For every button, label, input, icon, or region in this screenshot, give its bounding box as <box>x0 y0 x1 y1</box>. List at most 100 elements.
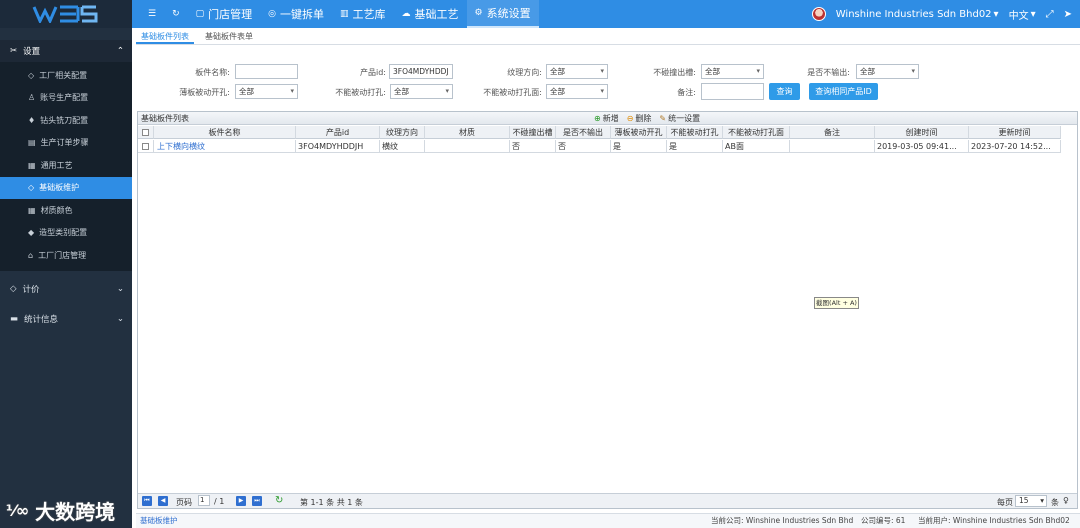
thin-select[interactable]: 全部 <box>235 84 298 99</box>
col-updated[interactable]: 更新时间 <box>969 126 1061 139</box>
table-cell-no-passive-face: AB面 <box>723 140 790 153</box>
col-thin-passive[interactable]: 薄板被动开孔 <box>611 126 667 139</box>
col-grain[interactable]: 纹理方向 <box>380 126 425 139</box>
app-logo[interactable] <box>0 0 132 28</box>
col-created[interactable]: 创建时间 <box>875 126 969 139</box>
table-icon: ▦ <box>28 205 36 215</box>
language-menu[interactable]: 中文 <box>1009 7 1029 22</box>
col-product-id[interactable]: 产品id <box>296 126 380 139</box>
per-page-label: 每页 <box>997 498 1013 507</box>
batch-settings-button[interactable]: ✎ 统一设置 <box>659 112 700 125</box>
table-cell-no-passive: 是 <box>667 140 723 153</box>
no-edge-label: 不碰撞出槽: <box>653 68 696 77</box>
batch-settings-label: 统一设置 <box>668 114 701 123</box>
board-name-input[interactable] <box>235 64 298 79</box>
no-edge-select[interactable]: 全部 <box>701 64 764 79</box>
send-icon[interactable]: ➤ <box>1064 9 1072 20</box>
sidebar-item-label: 材质颜色 <box>40 205 73 215</box>
no-passive-face-select[interactable]: 全部 <box>546 84 608 99</box>
prev-page-button[interactable]: ◀ <box>158 496 168 506</box>
sidebar-item-label: 造型类别配置 <box>39 228 88 238</box>
nav-system-settings[interactable]: ⚙ 系统设置 <box>466 0 539 28</box>
company-menu[interactable]: Winshine Industries Sdn Bhd02 <box>836 9 992 20</box>
status-breadcrumb[interactable]: 基础板维护 <box>140 514 178 528</box>
sidebar: ✂ 设置 ⌃ ◇ 工厂相关配置 ♙ 账号生产配置 ♦ 钻头铣刀配置 ▤ 生产订单步骤 ▦… <box>0 28 132 528</box>
sidebar-item-label: 工厂相关配置 <box>39 70 88 80</box>
nav-basic-craft[interactable]: ☁ 基础工艺 <box>394 0 467 28</box>
refresh-button[interactable]: ↻ <box>164 0 188 28</box>
table-cell-material <box>425 140 510 153</box>
no-output-select[interactable]: 全部 <box>856 64 919 79</box>
nav-craft-library[interactable]: ▥ 工艺库 <box>332 0 394 28</box>
next-page-button[interactable]: ▶ <box>236 496 246 506</box>
sidebar-item-material-color[interactable]: ▦ 材质颜色 <box>0 199 132 222</box>
row-checkbox[interactable] <box>138 140 154 153</box>
wrench-icon: ✂ <box>10 46 18 56</box>
menu-toggle-button[interactable]: ☰ <box>140 0 164 28</box>
chat-icon: ▬ <box>10 313 19 324</box>
nav-split-order[interactable]: ◎ 一键拆单 <box>260 0 332 28</box>
table-cell-no-output: 否 <box>556 140 611 153</box>
avatar[interactable] <box>811 7 826 21</box>
sidebar-item-drill-config[interactable]: ♦ 钻头铣刀配置 <box>0 109 132 132</box>
product-id-input[interactable]: 3FO4MDYHDDJ <box>389 64 453 79</box>
grid-title-bar: 基础板件列表 ⊕ 新增 ⊖ 删除 ✎ 统一设置 <box>138 112 1077 125</box>
col-material[interactable]: 材质 <box>425 126 510 139</box>
query-same-product-button[interactable]: 查询相同产品ID <box>809 83 878 100</box>
nav-label: 门店管理 <box>208 8 253 21</box>
sidebar-item-label: 工厂门店管理 <box>38 250 87 260</box>
sidebar-item-factory-store[interactable]: ⌂ 工厂门店管理 <box>0 244 132 267</box>
grid-icon: ▦ <box>28 160 36 170</box>
sidebar-item-general-craft[interactable]: ▦ 通用工艺 <box>0 154 132 177</box>
col-no-passive[interactable]: 不能被动打孔 <box>667 126 723 139</box>
board-name-label: 板件名称: <box>195 68 230 77</box>
select-all-checkbox[interactable] <box>138 126 154 139</box>
page-label: 页码 <box>176 498 192 507</box>
first-page-button[interactable]: ⏮ <box>142 496 152 506</box>
table-cell-board-name[interactable]: 上下横向横纹 <box>154 140 296 153</box>
sidebar-item-basic-board[interactable]: ◇ 基础板维护 <box>0 176 132 199</box>
remark-label: 备注: <box>677 88 696 97</box>
last-page-button[interactable]: ⏭ <box>252 496 262 506</box>
col-board-name[interactable]: 板件名称 <box>154 126 296 139</box>
tag-icon: ◇ <box>28 183 35 193</box>
no-passive-select[interactable]: 全部 <box>390 84 453 99</box>
nav-store-management[interactable]: ▢ 门店管理 <box>188 0 261 28</box>
sidebar-item-label: 生产订单步骤 <box>40 138 89 148</box>
remark-input[interactable] <box>701 83 764 100</box>
reload-icon[interactable]: ↻ <box>275 495 283 506</box>
sidebar-item-shape-category[interactable]: ◆ 造型类别配置 <box>0 222 132 245</box>
lightbulb-icon: ♀ <box>1063 496 1069 505</box>
per-page-select[interactable]: 15 ▾ <box>1015 495 1047 507</box>
page-input[interactable]: 1 <box>198 495 210 506</box>
sidebar-group-statistics[interactable]: ▬ 统计信息 ⌄ <box>0 307 132 331</box>
tab-board-form[interactable]: 基础板件表单 <box>200 30 258 44</box>
logo-icon <box>32 5 98 23</box>
col-no-output[interactable]: 是否不输出 <box>556 126 611 139</box>
sidebar-group-pricing[interactable]: ◇ 计价 ⌄ <box>0 277 132 301</box>
query-button[interactable]: 查询 <box>769 83 800 100</box>
no-passive-face-label: 不能被动打孔面: <box>483 88 542 97</box>
library-icon: ▥ <box>340 9 349 19</box>
chevron-down-icon: ⌄ <box>116 313 124 324</box>
tag-icon: ◇ <box>28 70 35 80</box>
nav-label: 基础工艺 <box>414 8 459 21</box>
nav-label: 一键拆单 <box>280 8 324 21</box>
sidebar-item-factory-config[interactable]: ◇ 工厂相关配置 <box>0 64 132 87</box>
grain-select[interactable]: 全部 <box>546 64 608 79</box>
add-button[interactable]: ⊕ 新增 <box>594 112 619 125</box>
edit-icon: ✎ <box>659 114 667 123</box>
add-icon: ⊕ <box>594 114 601 123</box>
checkbox-icon <box>142 129 149 136</box>
col-no-passive-face[interactable]: 不能被动打孔面 <box>723 126 790 139</box>
delete-button[interactable]: ⊖ 删除 <box>627 112 652 125</box>
col-no-edge[interactable]: 不碰撞出槽 <box>510 126 556 139</box>
tab-board-list[interactable]: 基础板件列表 <box>136 30 194 44</box>
sidebar-item-order-steps[interactable]: ▤ 生产订单步骤 <box>0 132 132 155</box>
col-remark[interactable]: 备注 <box>790 126 875 139</box>
sidebar-section-settings[interactable]: ✂ 设置 ⌃ <box>0 40 132 62</box>
refresh-icon: ↻ <box>172 9 180 19</box>
sidebar-item-account-config[interactable]: ♙ 账号生产配置 <box>0 87 132 110</box>
sidebar-group-label: 计价 <box>22 284 40 295</box>
fullscreen-icon[interactable]: ⤢ <box>1046 9 1054 20</box>
